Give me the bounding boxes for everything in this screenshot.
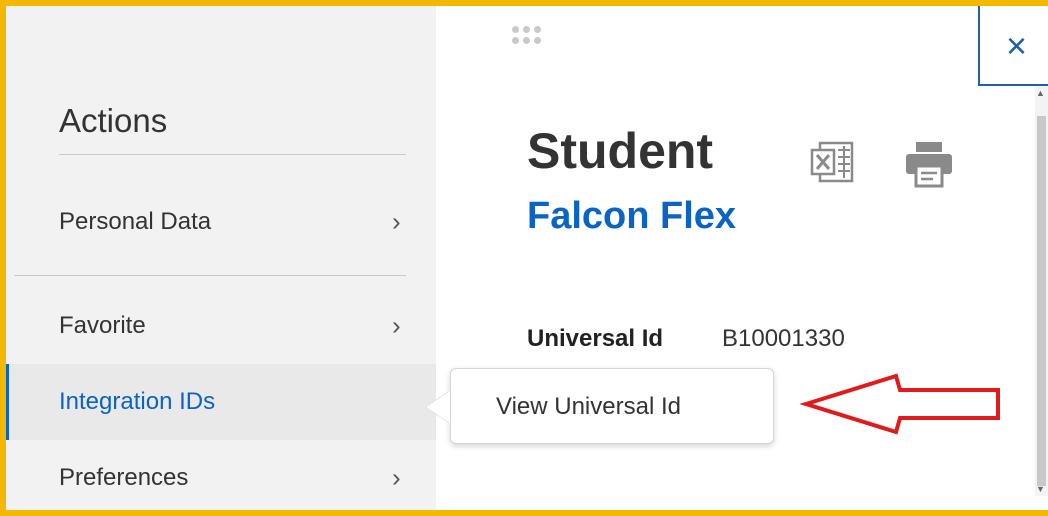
divider [14, 275, 406, 276]
active-indicator [6, 364, 9, 440]
scroll-down-icon[interactable]: ▼ [1036, 484, 1045, 494]
chevron-right-icon: › [392, 310, 401, 341]
close-icon: × [1006, 25, 1028, 66]
scrollbar-thumb[interactable] [1037, 116, 1046, 486]
universal-id-label: Universal Id [527, 325, 664, 352]
menu-item-preferences[interactable]: Preferences › [6, 440, 436, 516]
menu-item-label: Preferences [59, 464, 189, 491]
menu-item-label: Integration IDs [59, 388, 216, 415]
panel-bottom-border [6, 510, 430, 514]
page-title: Student [527, 123, 714, 179]
actions-panel: Actions Personal Data › Favorite › Integ… [6, 6, 436, 516]
scroll-up-icon[interactable]: ▲ [1036, 88, 1045, 98]
divider [59, 154, 406, 155]
menu-item-personal-data[interactable]: Personal Data › [6, 184, 436, 260]
menu-item-integration-ids[interactable]: Integration IDs [6, 364, 436, 440]
highlight-frame-top [0, 0, 1048, 6]
close-button[interactable]: × [978, 6, 1048, 86]
chevron-right-icon: › [392, 462, 401, 493]
view-universal-id-option[interactable]: View Universal Id [496, 393, 681, 421]
menu-item-label: Personal Data [59, 208, 212, 235]
chevron-right-icon: › [392, 206, 401, 237]
actions-title: Actions [59, 102, 168, 139]
drag-handle-icon[interactable] [512, 26, 552, 48]
excel-export-icon[interactable] [810, 140, 858, 184]
printer-icon[interactable] [904, 140, 954, 188]
student-name-link[interactable]: Falcon Flex [527, 195, 736, 238]
integration-ids-popover: View Universal Id [450, 368, 774, 444]
menu-item-favorite[interactable]: Favorite › [6, 288, 436, 364]
popover-pointer [426, 391, 450, 423]
red-annotation-arrow-icon [800, 373, 1000, 435]
universal-id-value: B10001330 [722, 325, 845, 352]
vertical-scrollbar[interactable]: ▲ ▼ [1035, 86, 1048, 496]
menu-item-label: Favorite [59, 312, 146, 339]
